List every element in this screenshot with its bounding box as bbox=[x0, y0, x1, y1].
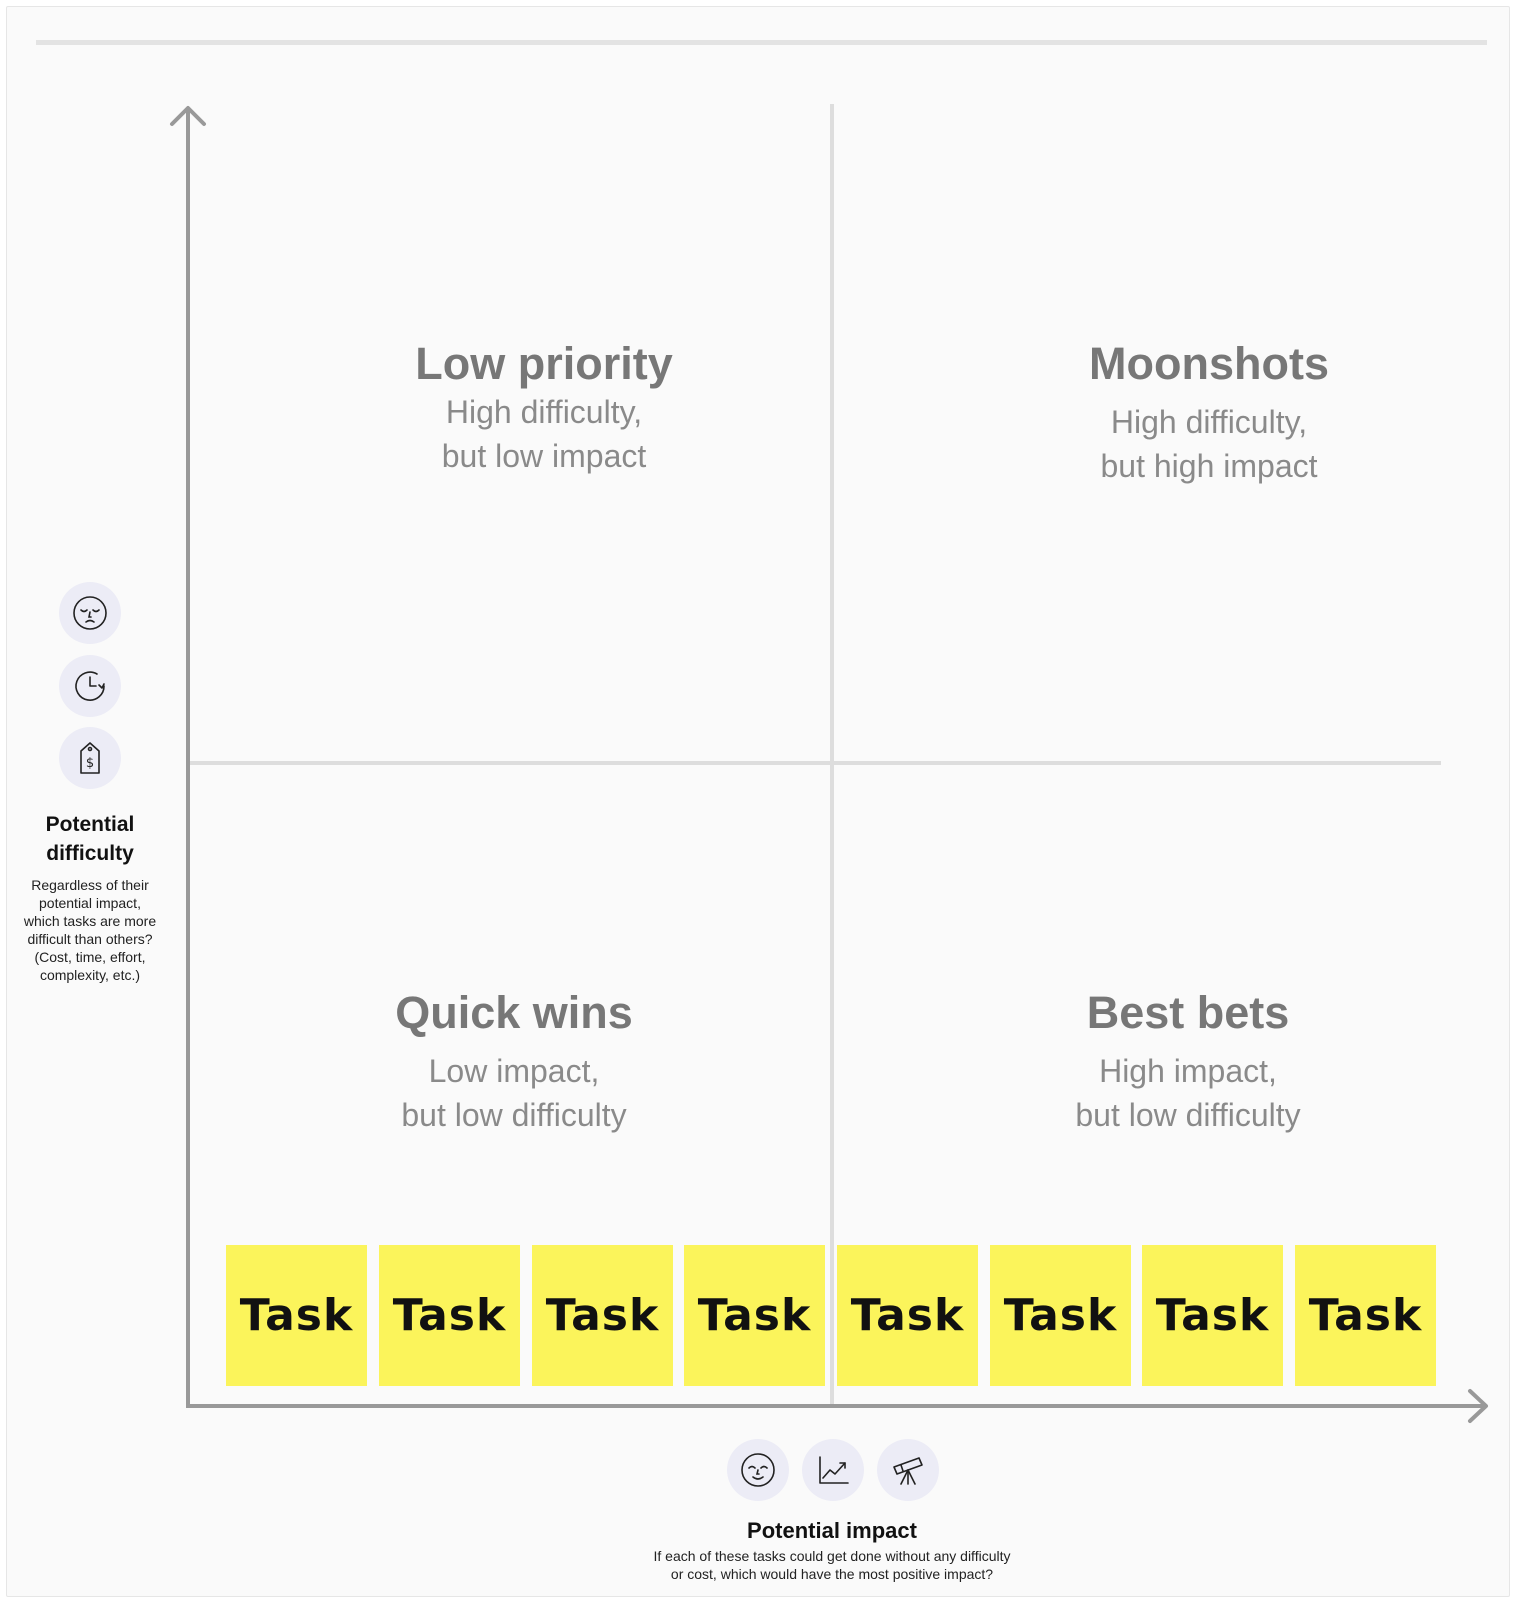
sticky-note[interactable]: Task bbox=[532, 1245, 673, 1386]
sticky-note-text: Task bbox=[850, 1290, 965, 1341]
sticky-note-text: Task bbox=[545, 1290, 660, 1341]
quadrant-quick-wins: Quick wins Low impact, but low difficult… bbox=[304, 987, 724, 1137]
sticky-note-text: Task bbox=[1308, 1290, 1423, 1341]
y-axis-title-line: difficulty bbox=[46, 842, 134, 865]
y-axis-description: Regardless of their potential impact, wh… bbox=[10, 876, 170, 984]
quadrant-subtitle: but low difficulty bbox=[1075, 1097, 1301, 1133]
sticky-note[interactable]: Task bbox=[226, 1245, 367, 1386]
happy-face-icon bbox=[727, 1439, 789, 1501]
quadrant-title: Moonshots bbox=[1089, 338, 1329, 389]
x-axis-desc-line: If each of these tasks could get done wi… bbox=[653, 1548, 1011, 1564]
sticky-note[interactable]: Task bbox=[1295, 1245, 1436, 1386]
y-axis-desc-line: Regardless of their bbox=[31, 877, 149, 893]
sticky-note[interactable]: Task bbox=[1142, 1245, 1283, 1386]
trend-chart-icon bbox=[802, 1439, 864, 1501]
sticky-note-text: Task bbox=[697, 1290, 812, 1341]
quadrant-title: Best bets bbox=[1086, 987, 1290, 1038]
sticky-note[interactable]: Task bbox=[990, 1245, 1131, 1386]
quadrant-title: Quick wins bbox=[395, 987, 633, 1038]
y-axis-title: Potential difficulty bbox=[20, 810, 160, 868]
quadrant-subtitle: High impact, bbox=[1099, 1053, 1277, 1089]
y-axis-desc-line: (Cost, time, effort, bbox=[34, 949, 146, 965]
sticky-note-text: Task bbox=[1003, 1290, 1118, 1341]
tired-face-icon bbox=[59, 582, 121, 644]
y-axis-desc-line: which tasks are more bbox=[23, 913, 157, 929]
x-axis-desc-line: or cost, which would have the most posit… bbox=[670, 1566, 994, 1582]
quadrant-moonshots: Moonshots High difficulty, but high impa… bbox=[999, 338, 1419, 488]
quadrant-subtitle: but low difficulty bbox=[401, 1097, 627, 1133]
sticky-note[interactable]: Task bbox=[837, 1245, 978, 1386]
quadrant-low-priority: Low priority High difficulty, but low im… bbox=[334, 338, 754, 478]
quadrant-subtitle: but high impact bbox=[1100, 448, 1318, 484]
quadrant-title: Low priority bbox=[415, 338, 673, 389]
y-axis-desc-line: difficult than others? bbox=[27, 931, 153, 947]
clock-icon bbox=[59, 655, 121, 717]
quadrant-subtitle: High difficulty, bbox=[445, 394, 643, 430]
sticky-note-text: Task bbox=[392, 1290, 507, 1341]
quadrant-subtitle: but low impact bbox=[441, 438, 647, 474]
sticky-note-text: Task bbox=[239, 1290, 354, 1341]
sticky-note-text: Task bbox=[1155, 1290, 1270, 1341]
price-tag-icon: $ bbox=[59, 727, 121, 789]
quadrant-subtitle: Low impact, bbox=[428, 1053, 600, 1089]
sticky-note[interactable]: Task bbox=[684, 1245, 825, 1386]
x-axis-title: Potential impact bbox=[747, 1518, 917, 1543]
y-axis-title-line: Potential bbox=[45, 813, 135, 836]
quadrant-best-bets: Best bets High impact, but low difficult… bbox=[978, 987, 1398, 1137]
svg-text:$: $ bbox=[86, 756, 94, 771]
y-axis-desc-line: complexity, etc.) bbox=[39, 967, 141, 983]
y-axis-desc-line: potential impact, bbox=[39, 895, 141, 911]
telescope-icon bbox=[877, 1439, 939, 1501]
x-axis-description: If each of these tasks could get done wi… bbox=[582, 1547, 1082, 1583]
quadrant-subtitle: High difficulty, bbox=[1110, 404, 1308, 440]
sticky-note[interactable]: Task bbox=[379, 1245, 520, 1386]
